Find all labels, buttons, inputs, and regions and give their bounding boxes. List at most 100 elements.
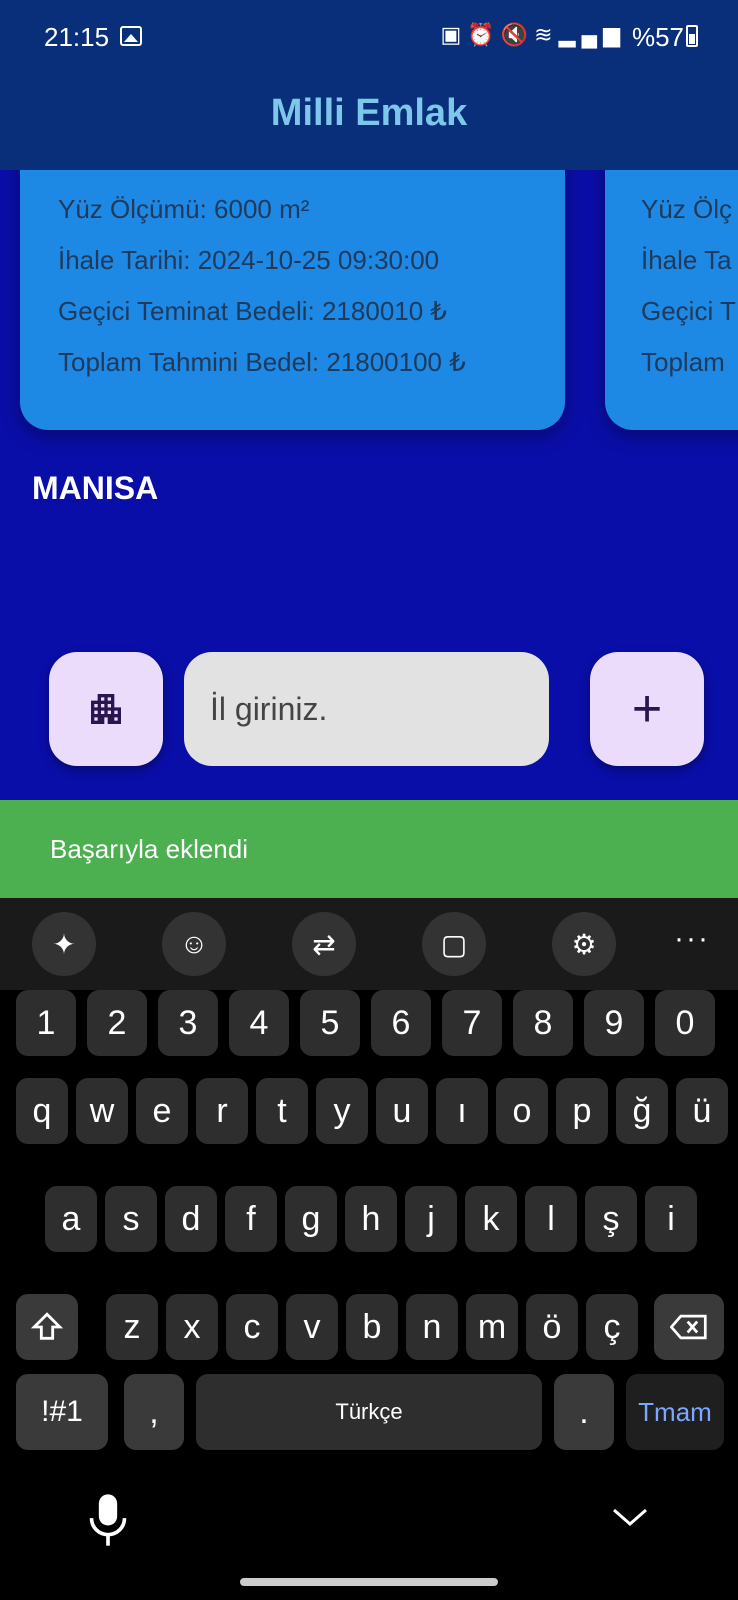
key-4[interactable]: 4 bbox=[229, 990, 289, 1056]
card-deposit: Geçici T bbox=[641, 296, 736, 326]
add-button[interactable]: + bbox=[590, 652, 704, 766]
key-ö[interactable]: ö bbox=[526, 1294, 578, 1360]
period-key[interactable]: . bbox=[554, 1374, 614, 1450]
key-b[interactable]: b bbox=[346, 1294, 398, 1360]
card-area: Yüz Ölç bbox=[641, 194, 733, 224]
key-i[interactable]: i bbox=[645, 1186, 697, 1252]
key-g[interactable]: g bbox=[285, 1186, 337, 1252]
battery-saver-icon: ▣ bbox=[440, 22, 468, 47]
settings-button[interactable]: ⚙ bbox=[552, 912, 616, 976]
key-c[interactable]: c bbox=[226, 1294, 278, 1360]
status-icons: ▣⏰🔇≋▂▄▆ bbox=[441, 22, 626, 48]
clipboard-button[interactable]: ▢ bbox=[422, 912, 486, 976]
key-j[interactable]: j bbox=[405, 1186, 457, 1252]
listing-card[interactable]: Yüz Ölçümü: 6000 m² İhale Tarihi: 2024-1… bbox=[20, 170, 565, 430]
ai-sparkle-button[interactable]: ✦ bbox=[32, 912, 96, 976]
card-total: Toplam Tahmini Bedel: 21800100 ₺ bbox=[58, 347, 466, 377]
battery-icon bbox=[686, 25, 698, 47]
translate-button[interactable]: ⇄ bbox=[292, 912, 356, 976]
key-u[interactable]: u bbox=[376, 1078, 428, 1144]
space-key[interactable]: Türkçe bbox=[196, 1374, 542, 1450]
chevron-down-icon bbox=[613, 1508, 647, 1526]
key-2[interactable]: 2 bbox=[87, 990, 147, 1056]
key-s[interactable]: s bbox=[105, 1186, 157, 1252]
key-9[interactable]: 9 bbox=[584, 990, 644, 1056]
more-options-button[interactable]: ··· bbox=[674, 922, 710, 956]
card-date: İhale Tarihi: 2024-10-25 09:30:00 bbox=[58, 245, 440, 275]
alarm-icon: ⏰ bbox=[467, 22, 501, 47]
keyboard-toolbar: ✦ ☺ ⇄ ▢ ⚙ ··· bbox=[0, 898, 738, 990]
key-ç[interactable]: ç bbox=[586, 1294, 638, 1360]
city-button[interactable] bbox=[49, 652, 163, 766]
hide-keyboard-button[interactable] bbox=[610, 1502, 650, 1532]
key-e[interactable]: e bbox=[136, 1078, 188, 1144]
key-m[interactable]: m bbox=[466, 1294, 518, 1360]
card-deposit: Geçici Teminat Bedeli: 2180010 ₺ bbox=[58, 296, 447, 326]
key-n[interactable]: n bbox=[406, 1294, 458, 1360]
key-8[interactable]: 8 bbox=[513, 990, 573, 1056]
emoji-button[interactable]: ☺ bbox=[162, 912, 226, 976]
shift-key[interactable] bbox=[16, 1294, 78, 1360]
key-f[interactable]: f bbox=[225, 1186, 277, 1252]
top-bar: 21:15 ▣⏰🔇≋▂▄▆ %57 Milli Emlak bbox=[0, 0, 738, 170]
key-w[interactable]: w bbox=[76, 1078, 128, 1144]
main-content[interactable]: Yüz Ölçümü: 6000 m² İhale Tarihi: 2024-1… bbox=[0, 170, 738, 800]
shift-icon bbox=[30, 1312, 64, 1340]
key-ş[interactable]: ş bbox=[585, 1186, 637, 1252]
key-h[interactable]: h bbox=[345, 1186, 397, 1252]
symbols-key[interactable]: !#1 bbox=[16, 1374, 108, 1450]
key-v[interactable]: v bbox=[286, 1294, 338, 1360]
key-5[interactable]: 5 bbox=[300, 990, 360, 1056]
backspace-icon bbox=[670, 1314, 707, 1340]
city-input[interactable]: İl giriniz. bbox=[184, 652, 549, 766]
battery-percent: %57 bbox=[631, 22, 684, 52]
card-date: İhale Ta bbox=[641, 245, 732, 275]
key-k[interactable]: k bbox=[465, 1186, 517, 1252]
keyboard: 1234567890 qwertyuıopğü asdfghjklşi zxcv… bbox=[0, 990, 738, 1600]
gesture-bar bbox=[240, 1578, 498, 1586]
key-1[interactable]: 1 bbox=[16, 990, 76, 1056]
app-title: Milli Emlak bbox=[270, 92, 468, 134]
key-0[interactable]: 0 bbox=[655, 990, 715, 1056]
mute-icon: 🔇 bbox=[500, 22, 535, 47]
card-area: Yüz Ölçümü: 6000 m² bbox=[58, 194, 310, 224]
key-z[interactable]: z bbox=[106, 1294, 158, 1360]
microphone-icon bbox=[89, 1494, 127, 1546]
status-bar: 21:15 ▣⏰🔇≋▂▄▆ %57 bbox=[0, 0, 738, 72]
key-a[interactable]: a bbox=[45, 1186, 97, 1252]
emoji-icon: ☺ bbox=[179, 928, 209, 959]
key-t[interactable]: t bbox=[256, 1078, 308, 1144]
key-o[interactable]: o bbox=[496, 1078, 548, 1144]
key-d[interactable]: d bbox=[165, 1186, 217, 1252]
key-3[interactable]: 3 bbox=[158, 990, 218, 1056]
card-total: Toplam bbox=[641, 347, 725, 377]
gear-icon: ⚙ bbox=[571, 928, 597, 960]
key-l[interactable]: l bbox=[525, 1186, 577, 1252]
key-x[interactable]: x bbox=[166, 1294, 218, 1360]
microphone-button[interactable] bbox=[86, 1490, 130, 1550]
key-p[interactable]: p bbox=[556, 1078, 608, 1144]
success-snackbar: Başarıyla eklendi bbox=[0, 800, 738, 898]
key-y[interactable]: y bbox=[316, 1078, 368, 1144]
apartment-icon bbox=[91, 694, 121, 724]
listing-card[interactable]: Yüz Ölç İhale Ta Geçici T Toplam bbox=[605, 170, 738, 430]
translate-icon: ⇄ bbox=[312, 928, 336, 960]
clipboard-icon: ▢ bbox=[440, 928, 468, 960]
key-ı[interactable]: ı bbox=[436, 1078, 488, 1144]
gallery-icon bbox=[120, 26, 142, 46]
city-heading: MANISA bbox=[32, 470, 159, 506]
backspace-key[interactable] bbox=[654, 1294, 724, 1360]
key-r[interactable]: r bbox=[196, 1078, 248, 1144]
key-ğ[interactable]: ğ bbox=[616, 1078, 668, 1144]
comma-key[interactable]: , bbox=[124, 1374, 184, 1450]
signal-icon: ▂▄▆ bbox=[558, 22, 626, 47]
key-q[interactable]: q bbox=[16, 1078, 68, 1144]
done-key[interactable]: Tmam bbox=[626, 1374, 724, 1450]
key-7[interactable]: 7 bbox=[442, 990, 502, 1056]
sparkle-icon: ✦ bbox=[52, 928, 76, 960]
key-ü[interactable]: ü bbox=[676, 1078, 728, 1144]
status-time: 21:15 bbox=[44, 22, 110, 52]
wifi-icon: ≋ bbox=[534, 22, 559, 47]
key-6[interactable]: 6 bbox=[371, 990, 431, 1056]
add-icon: + bbox=[631, 680, 663, 738]
